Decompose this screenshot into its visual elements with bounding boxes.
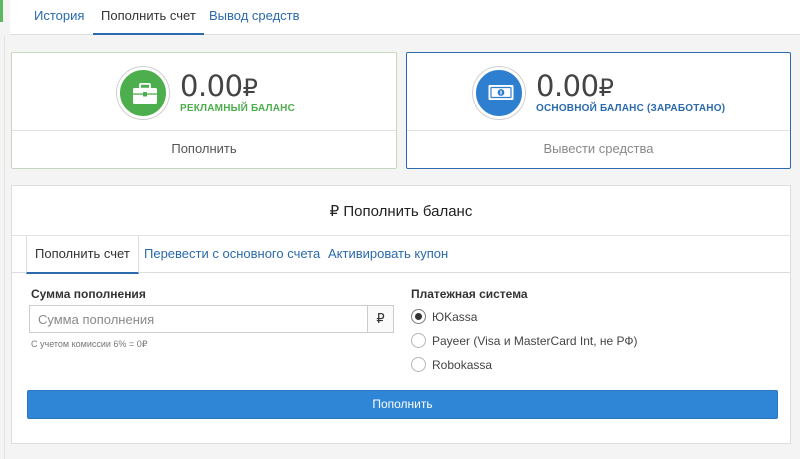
radio-button[interactable] <box>411 309 426 324</box>
main-balance-amount: 0.00₽ <box>536 69 614 103</box>
payment-option-label: Payeer (Visa и MasterCard Int, не РФ) <box>432 334 638 348</box>
ads-balance-label: РЕКЛАМНЫЙ БАЛАНС <box>180 103 296 114</box>
replenish-submit-button[interactable]: Пополнить <box>27 390 778 419</box>
replenish-subtabs: Пополнить счет Перевести с основного сче… <box>12 236 790 274</box>
replenish-panel: ₽ Пополнить баланс Пополнить счет Переве… <box>11 185 791 444</box>
subtab-activate-coupon[interactable]: Активировать купон <box>320 236 456 273</box>
tab-withdraw[interactable]: Вывод средств <box>201 0 308 35</box>
main-balance-info: 0.00₽ ОСНОВНОЙ БАЛАНС (ЗАРАБОТАНО) <box>407 53 790 131</box>
side-accent-strip <box>0 0 3 22</box>
tab-replenish[interactable]: Пополнить счет <box>93 0 204 35</box>
main-balance-label: ОСНОВНОЙ БАЛАНС (ЗАРАБОТАНО) <box>536 103 726 114</box>
radio-button[interactable] <box>411 333 426 348</box>
payment-system-label: Платежная система <box>411 287 528 301</box>
amount-label: Сумма пополнения <box>31 287 146 301</box>
ruble-sign: ₽ <box>242 74 258 102</box>
currency-addon: ₽ <box>367 305 394 333</box>
ads-balance-card: 0.00₽ РЕКЛАМНЫЙ БАЛАНС Пополнить <box>11 52 397 169</box>
amount-input[interactable] <box>29 305 367 333</box>
side-divider <box>4 36 5 459</box>
ads-replenish-button[interactable]: Пополнить <box>12 130 396 168</box>
subtab-transfer-from-main[interactable]: Перевести с основного счета <box>136 236 328 273</box>
ads-balance-info: 0.00₽ РЕКЛАМНЫЙ БАЛАНС <box>12 53 396 131</box>
payment-option-label: Robokassa <box>432 358 493 372</box>
ads-balance-amount: 0.00₽ <box>180 69 258 103</box>
subtab-replenish[interactable]: Пополнить счет <box>26 236 139 274</box>
banknote-icon <box>473 67 525 119</box>
main-balance-card: 0.00₽ ОСНОВНОЙ БАЛАНС (ЗАРАБОТАНО) Вывес… <box>406 52 791 169</box>
briefcase-icon <box>117 67 169 119</box>
ruble-sign: ₽ <box>598 74 614 102</box>
withdraw-funds-button[interactable]: Вывести средства <box>407 130 790 168</box>
tab-history[interactable]: История <box>26 0 92 35</box>
payment-option-label: ЮKassa <box>432 310 478 324</box>
commission-hint: С учетом комиссии 6% = 0₽ <box>31 339 148 349</box>
radio-button[interactable] <box>411 357 426 372</box>
panel-title: ₽ Пополнить баланс <box>329 203 473 220</box>
top-tabs: История Пополнить счет Вывод средств <box>10 0 800 35</box>
